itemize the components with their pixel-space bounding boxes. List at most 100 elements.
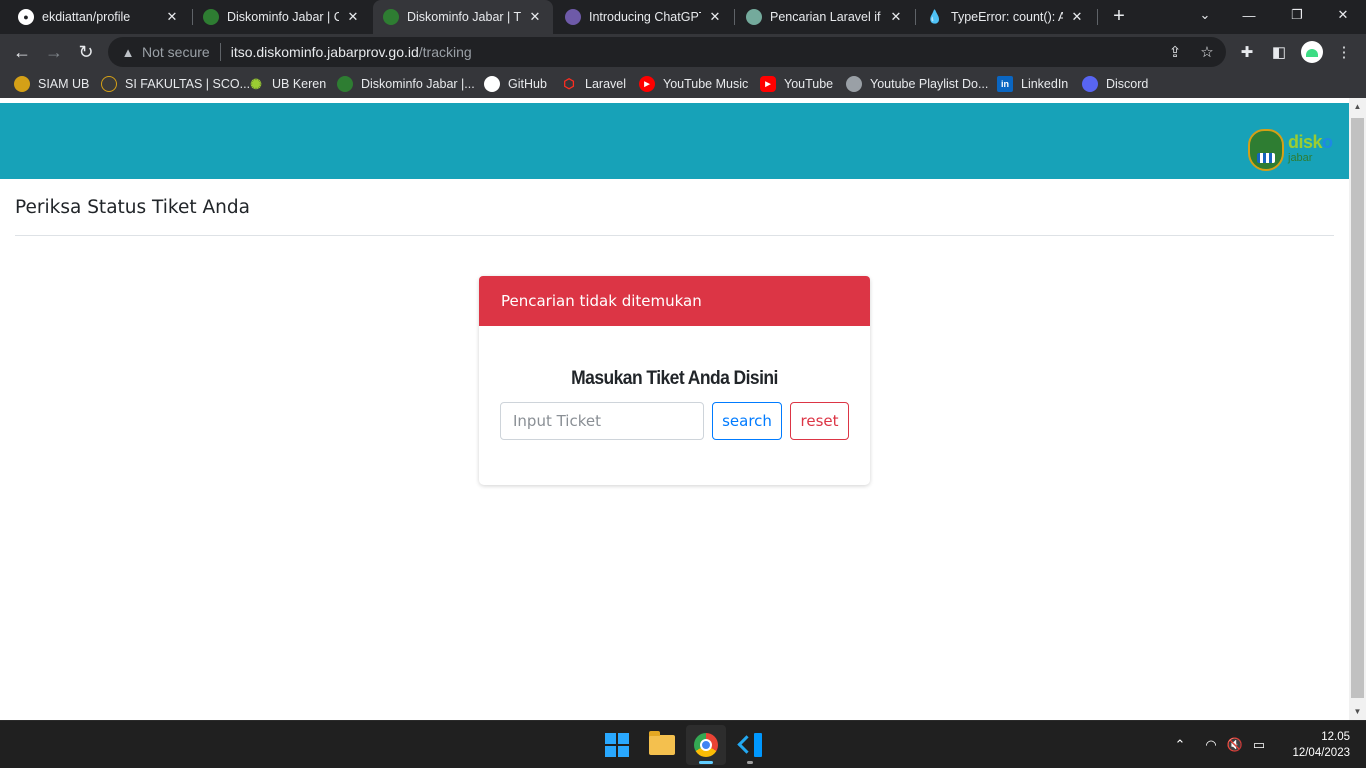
browser-toolbar: ← → ↻ ▲ Not secure itso.diskominfo.jabar…: [0, 34, 1366, 70]
vscode-icon: [738, 733, 762, 757]
omnibox-divider: [219, 43, 221, 61]
search-button[interactable]: search: [712, 402, 782, 440]
restore-button[interactable]: ❐: [1274, 0, 1320, 30]
page-scrollbar[interactable]: ▲ ▼: [1349, 98, 1366, 720]
minimize-button[interactable]: —: [1226, 0, 1272, 30]
bookmark-star-icon[interactable]: ☆: [1198, 43, 1216, 61]
ticket-input[interactable]: [500, 402, 704, 440]
windows-icon: [605, 733, 629, 757]
bookmark-youtube-music[interactable]: ▶ YouTube Music: [639, 74, 748, 94]
tab-search-button[interactable]: ⌄: [1182, 0, 1228, 30]
tab-chatgpt-intro[interactable]: Introducing ChatGPT ✕: [555, 0, 733, 34]
bookmark-siam-ub[interactable]: SIAM UB: [14, 74, 89, 94]
github-icon: ●: [18, 9, 34, 25]
tab-strip: ● ekdiattan/profile ✕ Diskominfo Jabar |…: [0, 0, 1366, 34]
active-indicator: [699, 761, 713, 764]
tab-diskominfo-tracking[interactable]: Diskominfo Jabar | Tra ✕: [373, 0, 553, 34]
extensions-icon[interactable]: ✚: [1237, 42, 1257, 62]
reset-button[interactable]: reset: [790, 402, 849, 440]
profile-avatar[interactable]: [1301, 41, 1323, 63]
card-heading: Masukan Tiket Anda Disini: [571, 368, 778, 389]
site-header: disko jabar: [0, 103, 1349, 179]
close-window-button[interactable]: ✕: [1320, 0, 1366, 30]
url-host: itso.diskominfo.jabarprov.go.id: [230, 44, 419, 60]
openai-icon: [565, 9, 581, 25]
battery-icon[interactable]: ▭: [1250, 735, 1268, 755]
drupal-icon: 💧: [926, 9, 944, 24]
bookmark-youtube[interactable]: ▶ YouTube: [760, 74, 833, 94]
bookmark-github[interactable]: GitHub: [484, 74, 547, 94]
globe-icon: [846, 76, 862, 92]
tab-github-profile[interactable]: ● ekdiattan/profile ✕: [8, 0, 190, 34]
github-icon: [484, 76, 500, 92]
close-icon[interactable]: ✕: [707, 9, 723, 25]
not-found-alert: Pencarian tidak ditemukan: [479, 276, 870, 326]
volume-muted-icon[interactable]: 🔇: [1226, 735, 1244, 755]
chrome-taskbar-button[interactable]: [686, 725, 726, 765]
system-clock[interactable]: 12.05 12/04/2023: [1280, 729, 1350, 761]
tab-separator: [734, 9, 735, 25]
close-icon[interactable]: ✕: [1069, 9, 1085, 25]
tab-pencarian-laravel[interactable]: Pencarian Laravel if els ✕: [736, 0, 914, 34]
bookmark-linkedin[interactable]: in LinkedIn: [997, 74, 1068, 94]
tab-diskominfo-cat[interactable]: Diskominfo Jabar | Cat ✕: [193, 0, 371, 34]
chatgpt-icon: [746, 9, 762, 25]
tab-typeerror[interactable]: 💧 TypeError: count(): Arg ✕: [917, 0, 1095, 34]
linkedin-icon: in: [997, 76, 1013, 92]
discord-icon: [1082, 76, 1098, 92]
address-bar[interactable]: ▲ Not secure itso.diskominfo.jabarprov.g…: [108, 37, 1226, 67]
wifi-icon[interactable]: ◠: [1202, 735, 1220, 755]
clock-date: 12/04/2023: [1292, 747, 1350, 759]
close-icon[interactable]: ✕: [527, 9, 543, 25]
diskominfo-icon: [383, 9, 399, 25]
youtube-music-icon: ▶: [639, 76, 655, 92]
diskominfo-icon: [337, 76, 353, 92]
diskominfo-icon: [203, 9, 219, 25]
tab-separator: [1097, 9, 1098, 25]
close-icon[interactable]: ✕: [345, 9, 361, 25]
running-indicator: [747, 761, 753, 764]
bookmark-si-fakultas[interactable]: SI FAKULTAS | SCO...: [101, 74, 250, 94]
side-panel-icon[interactable]: ◧: [1269, 42, 1289, 62]
close-icon[interactable]: ✕: [164, 9, 180, 25]
tracking-card: Pencarian tidak ditemukan Masukan Tiket …: [479, 276, 870, 485]
page-title: Periksa Status Tiket Anda: [15, 197, 250, 218]
menu-icon[interactable]: ⋮: [1334, 42, 1354, 62]
close-icon[interactable]: ✕: [888, 9, 904, 25]
back-icon[interactable]: ←: [10, 40, 34, 64]
logo-text: disko jabar: [1288, 132, 1333, 164]
reload-icon[interactable]: ↻: [74, 40, 98, 64]
windows-taskbar: ⌃ ◠ 🔇 ▭ 12.05 12/04/2023: [0, 720, 1366, 768]
bookmark-discord[interactable]: Discord: [1082, 74, 1148, 94]
warning-icon[interactable]: ▲: [120, 44, 136, 60]
android-icon: [1306, 49, 1318, 57]
bookmark-ub-keren[interactable]: ✺ UB Keren: [248, 74, 326, 94]
security-label[interactable]: Not secure: [142, 44, 210, 60]
share-icon[interactable]: ⇪: [1166, 43, 1184, 61]
new-tab-button[interactable]: +: [1108, 5, 1130, 27]
bookmark-diskominfo[interactable]: Diskominfo Jabar |...: [337, 74, 475, 94]
scroll-down-arrow-icon[interactable]: ▼: [1349, 703, 1366, 720]
jabar-emblem-icon: [1248, 129, 1284, 171]
forward-icon[interactable]: →: [42, 40, 66, 64]
file-explorer-button[interactable]: [642, 725, 682, 765]
ub-keren-icon: ✺: [250, 75, 262, 92]
scroll-up-arrow-icon[interactable]: ▲: [1349, 98, 1366, 115]
start-button[interactable]: [597, 725, 637, 765]
laravel-icon: ⬡: [563, 76, 575, 91]
folder-icon: [649, 731, 675, 755]
bookmark-laravel[interactable]: ⬡ Laravel: [561, 74, 626, 94]
chevron-up-icon[interactable]: ⌃: [1171, 735, 1189, 755]
vscode-taskbar-button[interactable]: [730, 725, 770, 765]
divider: [15, 235, 1334, 236]
tab-separator: [915, 9, 916, 25]
scroll-thumb[interactable]: [1351, 118, 1364, 698]
page-viewport: disko jabar Periksa Status Tiket Anda Pe…: [0, 98, 1366, 720]
fakultas-icon: [101, 76, 117, 92]
siam-icon: [14, 76, 30, 92]
bookmark-youtube-playlist[interactable]: Youtube Playlist Do...: [846, 74, 988, 94]
youtube-icon: ▶: [760, 76, 776, 92]
diskominfo-logo[interactable]: disko jabar: [1248, 128, 1334, 172]
bookmarks-bar: SIAM UB SI FAKULTAS | SCO... ✺ UB Keren …: [0, 70, 1366, 98]
url-path: /tracking: [418, 44, 472, 60]
